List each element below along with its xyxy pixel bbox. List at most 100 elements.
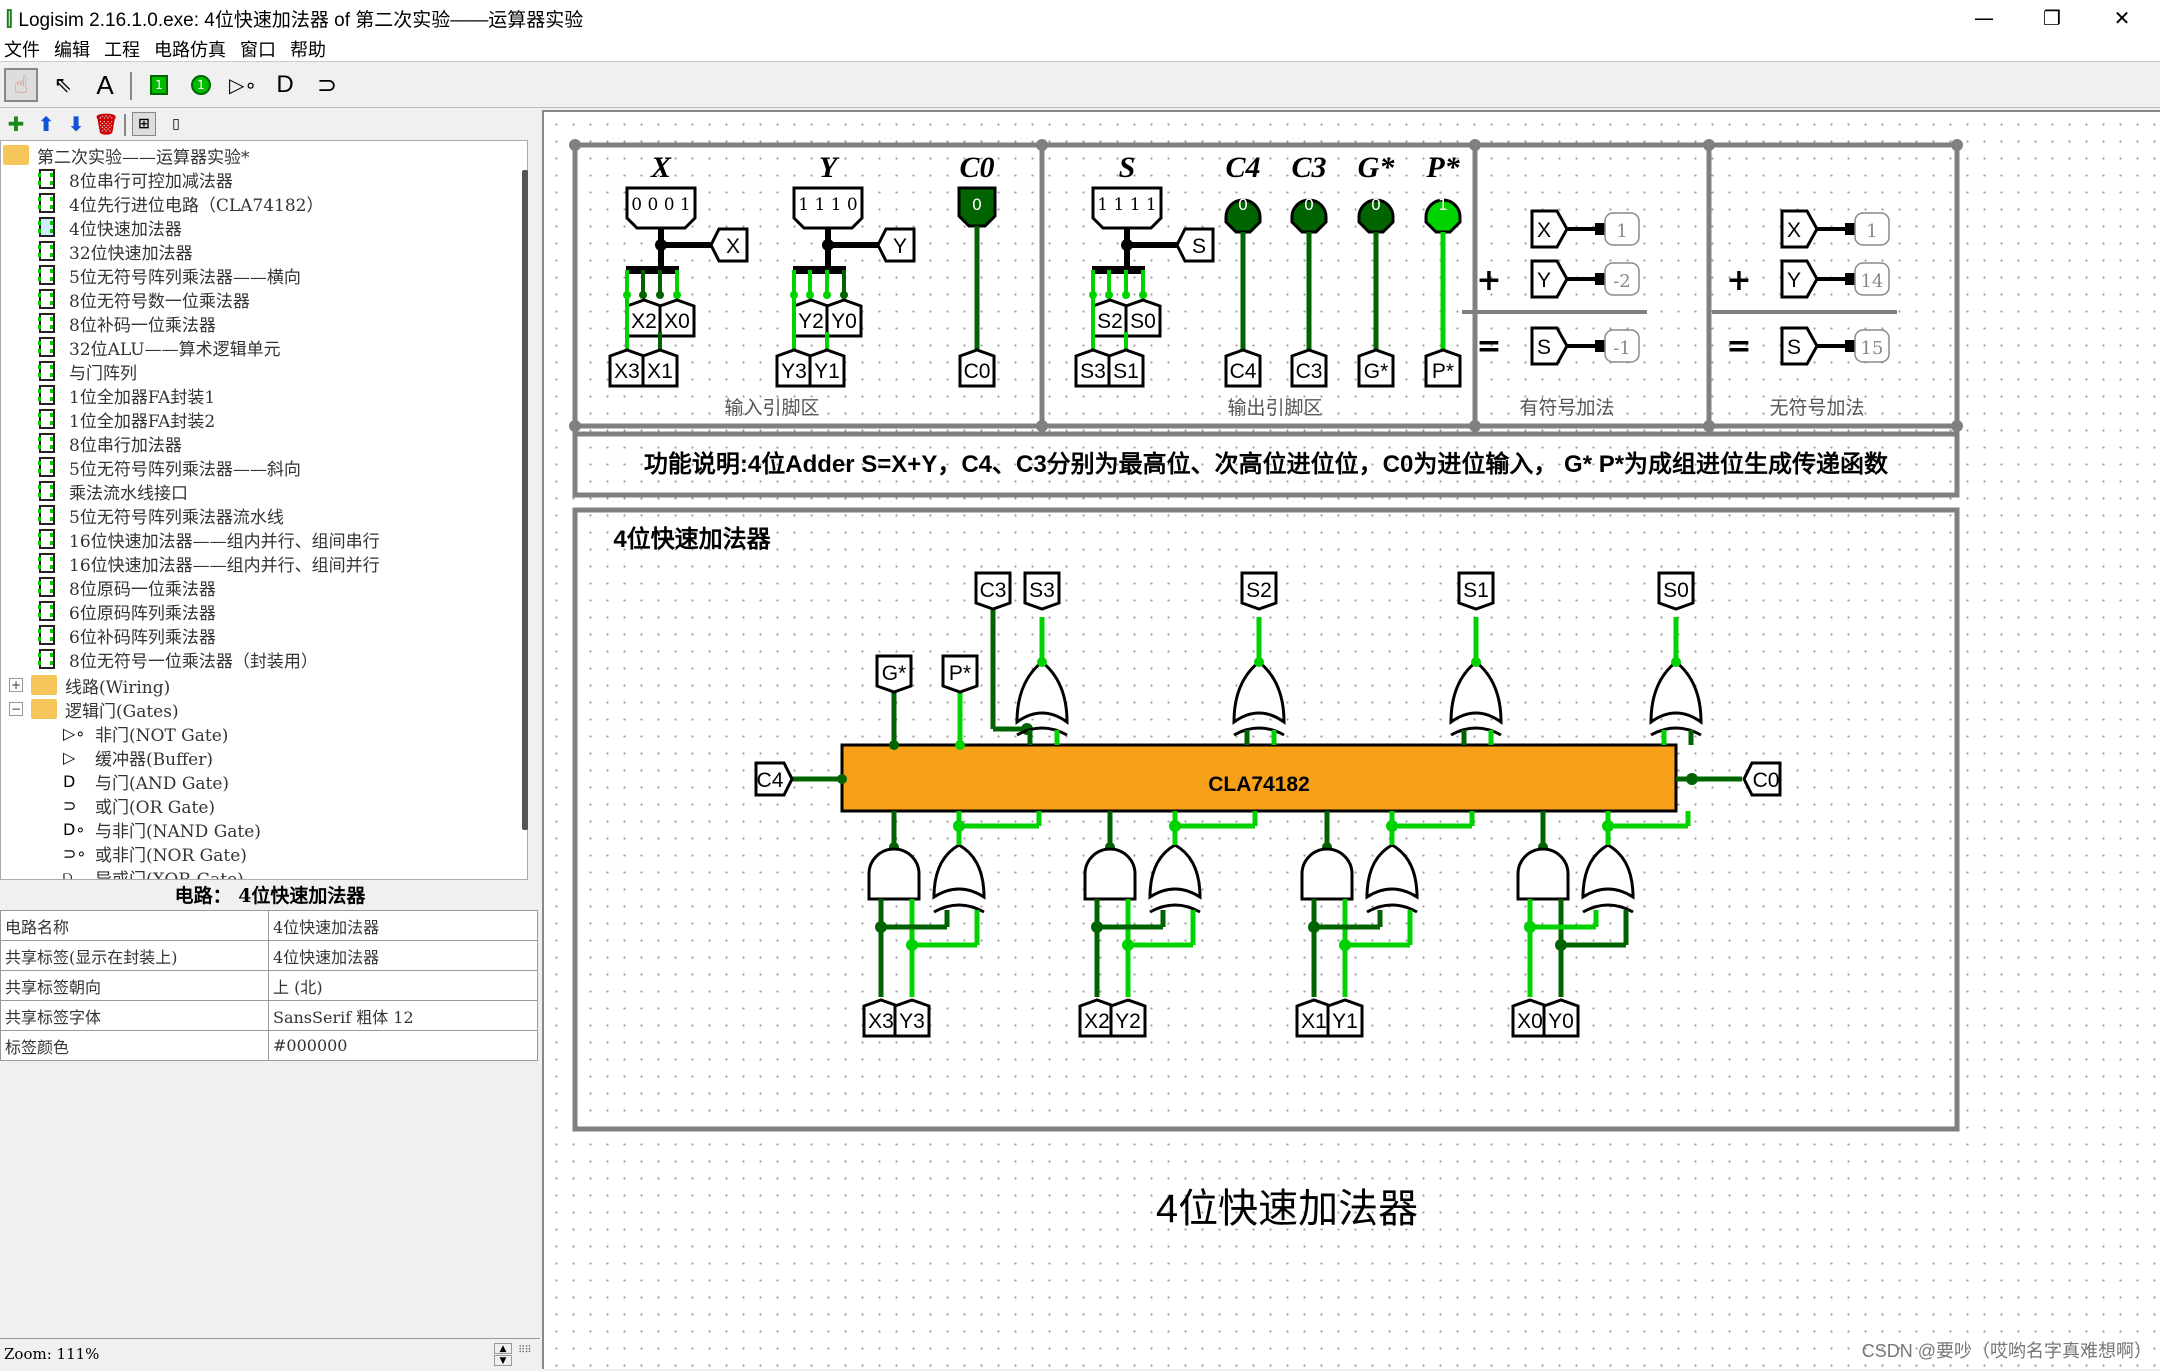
tree-gate-item[interactable]: ▷ 缓冲器(Buffer) — [63, 745, 213, 770]
tree-gate-item[interactable]: ▷∘ 非门(NOT Gate) — [63, 721, 228, 746]
wire-junction — [1254, 657, 1264, 667]
grid-toggle-icon[interactable]: ⠿⠿ — [518, 1345, 532, 1356]
text-tool-button[interactable]: A — [88, 68, 122, 102]
tree-circuit-item[interactable]: 8位原码一位乘法器 — [38, 575, 216, 600]
xor-gate — [1449, 660, 1503, 725]
tree-gate-item[interactable]: ⊃∘ 或非门(NOR Gate) — [63, 841, 247, 866]
menu-project[interactable]: 工程 — [104, 36, 140, 62]
not-gate-tool-button[interactable]: ▷∘ — [226, 68, 260, 102]
appearance-view-button[interactable]: ▯ — [164, 112, 188, 136]
add-circuit-button[interactable]: ✚ — [4, 112, 28, 136]
gate-icon: ⊃∘ — [63, 843, 87, 863]
attribute-value[interactable]: 上 (北) — [268, 970, 538, 1001]
tree-circuit-item[interactable]: 5位无符号阵列乘法器——横向 — [38, 263, 301, 288]
input-tunnel-label: Y3 — [899, 1010, 925, 1033]
output-pin-tool-button[interactable]: 1 — [184, 68, 218, 102]
tree-gate-item[interactable]: ⊃ 或门(OR Gate) — [63, 793, 215, 818]
tree-gate-item[interactable]: D 与门(AND Gate) — [63, 769, 230, 794]
delete-circuit-button[interactable]: 🗑 — [93, 112, 118, 136]
zoom-down-button[interactable]: ▼ — [494, 1355, 512, 1366]
hand-icon: ☝ — [13, 71, 29, 99]
circuit-icon — [38, 265, 55, 285]
tree-item-label: 8位原码一位乘法器 — [69, 579, 216, 600]
tree-circuit-item[interactable]: 8位无符号一位乘法器（封装用） — [38, 647, 318, 672]
input-tunnel-label: X3 — [868, 1010, 894, 1033]
minimize-button[interactable]: — — [1952, 0, 2016, 36]
tree-circuit-item[interactable]: 6位补码阵列乘法器 — [38, 623, 216, 648]
probe-value: -1 — [1613, 338, 1631, 359]
or-gate-tool-button[interactable]: ⊃ — [310, 68, 344, 102]
menu-simulate[interactable]: 电路仿真 — [154, 36, 226, 62]
wire-junction — [823, 291, 831, 299]
expand-icon[interactable]: + — [9, 678, 23, 692]
menu-help[interactable]: 帮助 — [290, 36, 326, 62]
zoom-up-button[interactable]: ▲ — [494, 1343, 512, 1354]
tree-library-wiring[interactable]: + 线路(Wiring) — [9, 673, 170, 698]
tree-scrollbar[interactable] — [522, 170, 528, 830]
shared-label: 4位快速加法器 — [1156, 1187, 1418, 1231]
tree-project-root[interactable]: 第二次实验——运算器实验* — [3, 143, 250, 168]
frame-node — [569, 420, 581, 432]
tree-circuit-item[interactable]: 1位全加器FA封装1 — [38, 383, 216, 408]
tree-circuit-item[interactable]: 8位串行可控加减法器 — [38, 167, 233, 192]
output-tunnel-label: G* — [1364, 360, 1389, 383]
tree-circuit-item[interactable]: 16位快速加法器——组内并行、组间并行 — [38, 551, 380, 576]
restore-button[interactable]: ❐ — [2020, 0, 2084, 36]
tree-circuit-item[interactable]: 乘法流水线接口 — [38, 479, 188, 504]
attribute-value[interactable]: #000000 — [268, 1030, 538, 1061]
attribute-value[interactable]: SansSerif 粗体 12 — [268, 1000, 538, 1031]
pin-value: 0 — [1238, 195, 1248, 214]
and-gate-icon: D — [276, 71, 294, 98]
schematic[interactable]: X0 0 0 1XX2 X0X3 X1Y1 1 1 0YY2 Y0Y3 Y1C00C0输… — [544, 112, 2160, 1371]
section-title: X — [650, 151, 672, 184]
section-label: 有符号加法 — [1519, 397, 1614, 419]
menu-file[interactable]: 文件 — [4, 36, 40, 62]
tree-circuit-item[interactable]: 1位全加器FA封装2 — [38, 407, 215, 432]
tree-circuit-item[interactable]: 6位原码阵列乘法器 — [38, 599, 216, 624]
menu-edit[interactable]: 编辑 — [54, 36, 90, 62]
tree-item-label: 1位全加器FA封装1 — [69, 387, 216, 408]
tree-circuit-item[interactable]: 16位快速加法器——组内并行、组间串行 — [38, 527, 380, 552]
tree-gate-item[interactable]: D∘ 与非门(NAND Gate) — [63, 817, 261, 842]
attribute-value[interactable]: 4位快速加法器 — [268, 910, 538, 941]
select-tool-button[interactable]: ⇖ — [46, 68, 80, 102]
circuit-icon — [38, 361, 55, 381]
tree-circuit-item[interactable]: 8位串行加法器 — [38, 431, 182, 456]
circuit-icon — [38, 553, 55, 573]
move-up-button[interactable]: ⬆ — [34, 112, 58, 136]
wire-junction — [673, 291, 681, 299]
tree-circuit-item[interactable]: 5位无符号阵列乘法器——斜向 — [38, 455, 301, 480]
tree-circuit-item[interactable]: 32位快速加法器 — [38, 239, 193, 264]
circuit-canvas[interactable]: X0 0 0 1 X X2 X0 X3 X1 Y 1 1 1 0 Y Y2 Y0 Y3 Y1 C0 0 C0 输… — [542, 110, 2160, 1369]
or-gate-icon: ⊃ — [316, 71, 338, 99]
close-button[interactable]: ✕ — [2090, 0, 2154, 36]
menu-window[interactable]: 窗口 — [240, 36, 276, 62]
tree-circuit-item[interactable]: 4位快速加法器 — [38, 215, 182, 240]
wire-junction — [655, 239, 667, 251]
poke-tool-button[interactable]: ☝ — [4, 68, 38, 102]
tree-circuit-item[interactable]: 8位无符号数一位乘法器 — [38, 287, 250, 312]
gate-icon: D∘ — [63, 819, 86, 839]
attribute-name: 电路名称 — [0, 910, 269, 941]
collapse-icon[interactable]: − — [9, 702, 23, 716]
tree-circuit-item[interactable]: 4位先行进位电路（CLA74182） — [38, 191, 323, 216]
tree-library-gates[interactable]: − 逻辑门(Gates) — [9, 697, 179, 722]
and-gate-tool-button[interactable]: D — [268, 68, 302, 102]
tree-item-label: 与门(AND Gate) — [95, 773, 230, 794]
tree-circuit-item[interactable]: 与门阵列 — [38, 359, 137, 384]
bus-tunnel-label: Y — [893, 235, 907, 258]
tree-gate-item[interactable]: ⫐ 异或门(XOR Gate) — [63, 865, 244, 879]
tree-circuit-item[interactable]: 5位无符号阵列乘法器流水线 — [38, 503, 284, 528]
attribute-name: 共享标签(显示在封装上) — [0, 940, 269, 971]
watermark: CSDN @要吵（哎哟名字真难想啊） — [1861, 1341, 2152, 1361]
tunnel-p-label: P* — [949, 662, 971, 685]
tree-circuit-item[interactable]: 8位补码一位乘法器 — [38, 311, 216, 336]
input-pin-icon: 1 — [150, 75, 168, 95]
attribute-value[interactable]: 4位快速加法器 — [268, 940, 538, 971]
move-down-button[interactable]: ⬇ — [64, 112, 88, 136]
tree-circuit-item[interactable]: 32位ALU——算术逻辑单元 — [38, 335, 281, 360]
split-tunnel-label: S1 — [1113, 360, 1139, 383]
input-pin-tool-button[interactable]: 1 — [142, 68, 176, 102]
probe-value: 15 — [1861, 338, 1884, 359]
layout-view-button[interactable]: ⊞ — [132, 112, 156, 136]
